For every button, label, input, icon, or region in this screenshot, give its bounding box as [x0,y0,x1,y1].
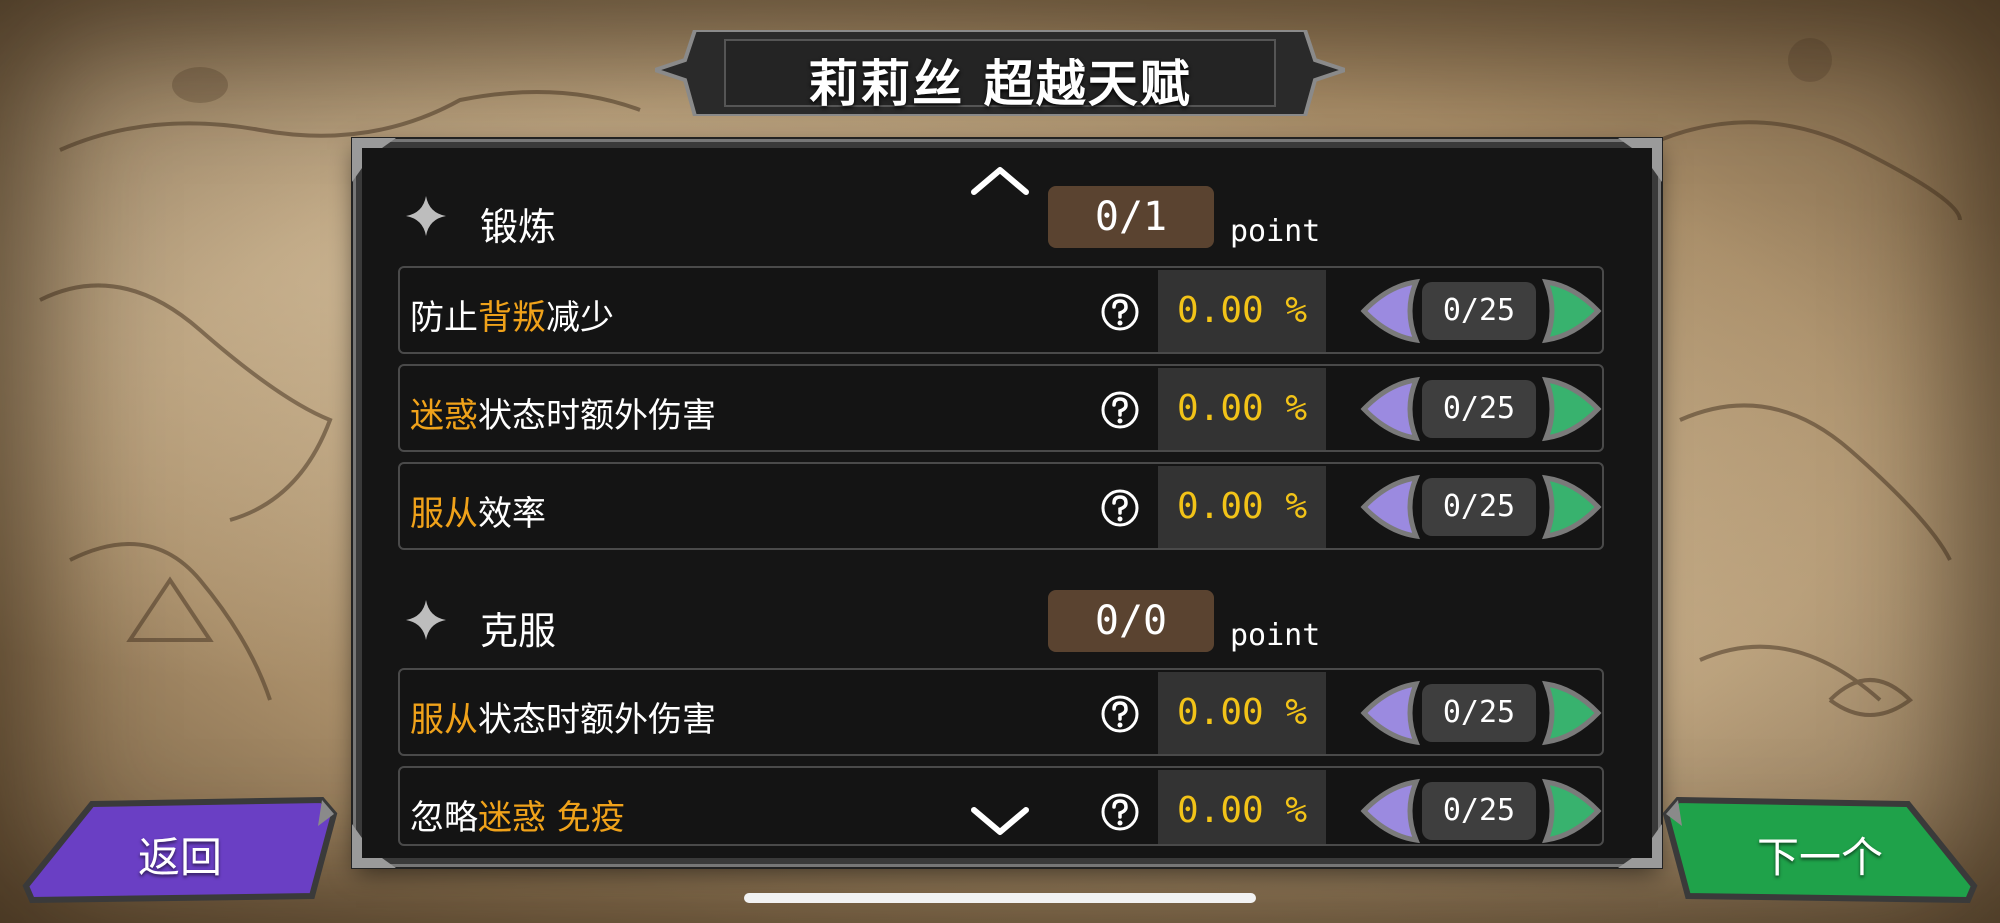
next-button-label: 下一个 [1756,833,1883,882]
level-counter: 0/25 [1422,684,1536,742]
section-header-training: 锻炼 0/1 point [362,176,1652,256]
panel-corner-ornament [1618,824,1662,868]
decrease-arrow-button[interactable] [1358,376,1420,442]
talent-label: 服从状态时额外伤害 [410,700,716,740]
decrease-arrow-button[interactable] [1358,680,1420,746]
section-title: 锻炼 [480,205,557,249]
talent-label: 忽略迷惑 免疫 [410,798,625,838]
diamond-star-icon [406,600,446,640]
points-unit: point [1230,214,1321,249]
talent-row: 防止背叛减少 0.00 % 0/25 [398,266,1604,354]
talent-value: 0.00 % [1158,466,1326,548]
talent-value: 0.00 % [1158,770,1326,844]
decrease-arrow-button[interactable] [1358,474,1420,540]
diamond-star-icon [406,196,446,236]
decrease-arrow-button[interactable] [1358,778,1420,844]
talent-value: 0.00 % [1158,368,1326,450]
talent-value: 0.00 % [1158,672,1326,754]
level-counter: 0/25 [1422,380,1536,438]
talent-panel: 锻炼 0/1 point 防止背叛减少 0.00 % 0/25 迷惑状态时额外伤… [352,138,1662,868]
decrease-arrow-button[interactable] [1358,278,1420,344]
level-counter: 0/25 [1422,478,1536,536]
increase-arrow-button[interactable] [1542,680,1604,746]
talent-label: 迷惑状态时额外伤害 [410,396,716,436]
page-title: 莉莉丝 超越天赋 [808,55,1192,113]
section-points: 0/1 [1048,186,1214,248]
section-header-overcome: 克服 0/0 point [362,580,1652,660]
back-button[interactable]: 返回 [22,796,338,906]
increase-arrow-button[interactable] [1542,474,1604,540]
panel-corner-ornament [352,824,396,868]
help-question-icon[interactable] [1100,390,1140,430]
talent-value: 0.00 % [1158,270,1326,352]
level-counter: 0/25 [1422,782,1536,840]
title-banner: 莉莉丝 超越天赋 [655,30,1345,116]
section-points: 0/0 [1048,590,1214,652]
level-counter: 0/25 [1422,282,1536,340]
help-question-icon[interactable] [1100,694,1140,734]
talent-row: 服从状态时额外伤害 0.00 % 0/25 [398,668,1604,756]
help-question-icon[interactable] [1100,292,1140,332]
talent-label: 防止背叛减少 [410,298,614,338]
section-title: 克服 [480,609,557,653]
talent-label: 服从效率 [410,494,546,534]
points-unit: point [1230,618,1321,653]
talent-row: 服从效率 0.00 % 0/25 [398,462,1604,550]
increase-arrow-button[interactable] [1542,376,1604,442]
talent-row: 迷惑状态时额外伤害 0.00 % 0/25 [398,364,1604,452]
help-question-icon[interactable] [1100,792,1140,832]
increase-arrow-button[interactable] [1542,278,1604,344]
next-button[interactable]: 下一个 [1662,796,1978,906]
help-question-icon[interactable] [1100,488,1140,528]
scroll-down-chevron-icon[interactable] [970,804,1030,838]
increase-arrow-button[interactable] [1542,778,1604,844]
back-button-label: 返回 [137,833,222,882]
home-indicator[interactable] [744,893,1256,903]
